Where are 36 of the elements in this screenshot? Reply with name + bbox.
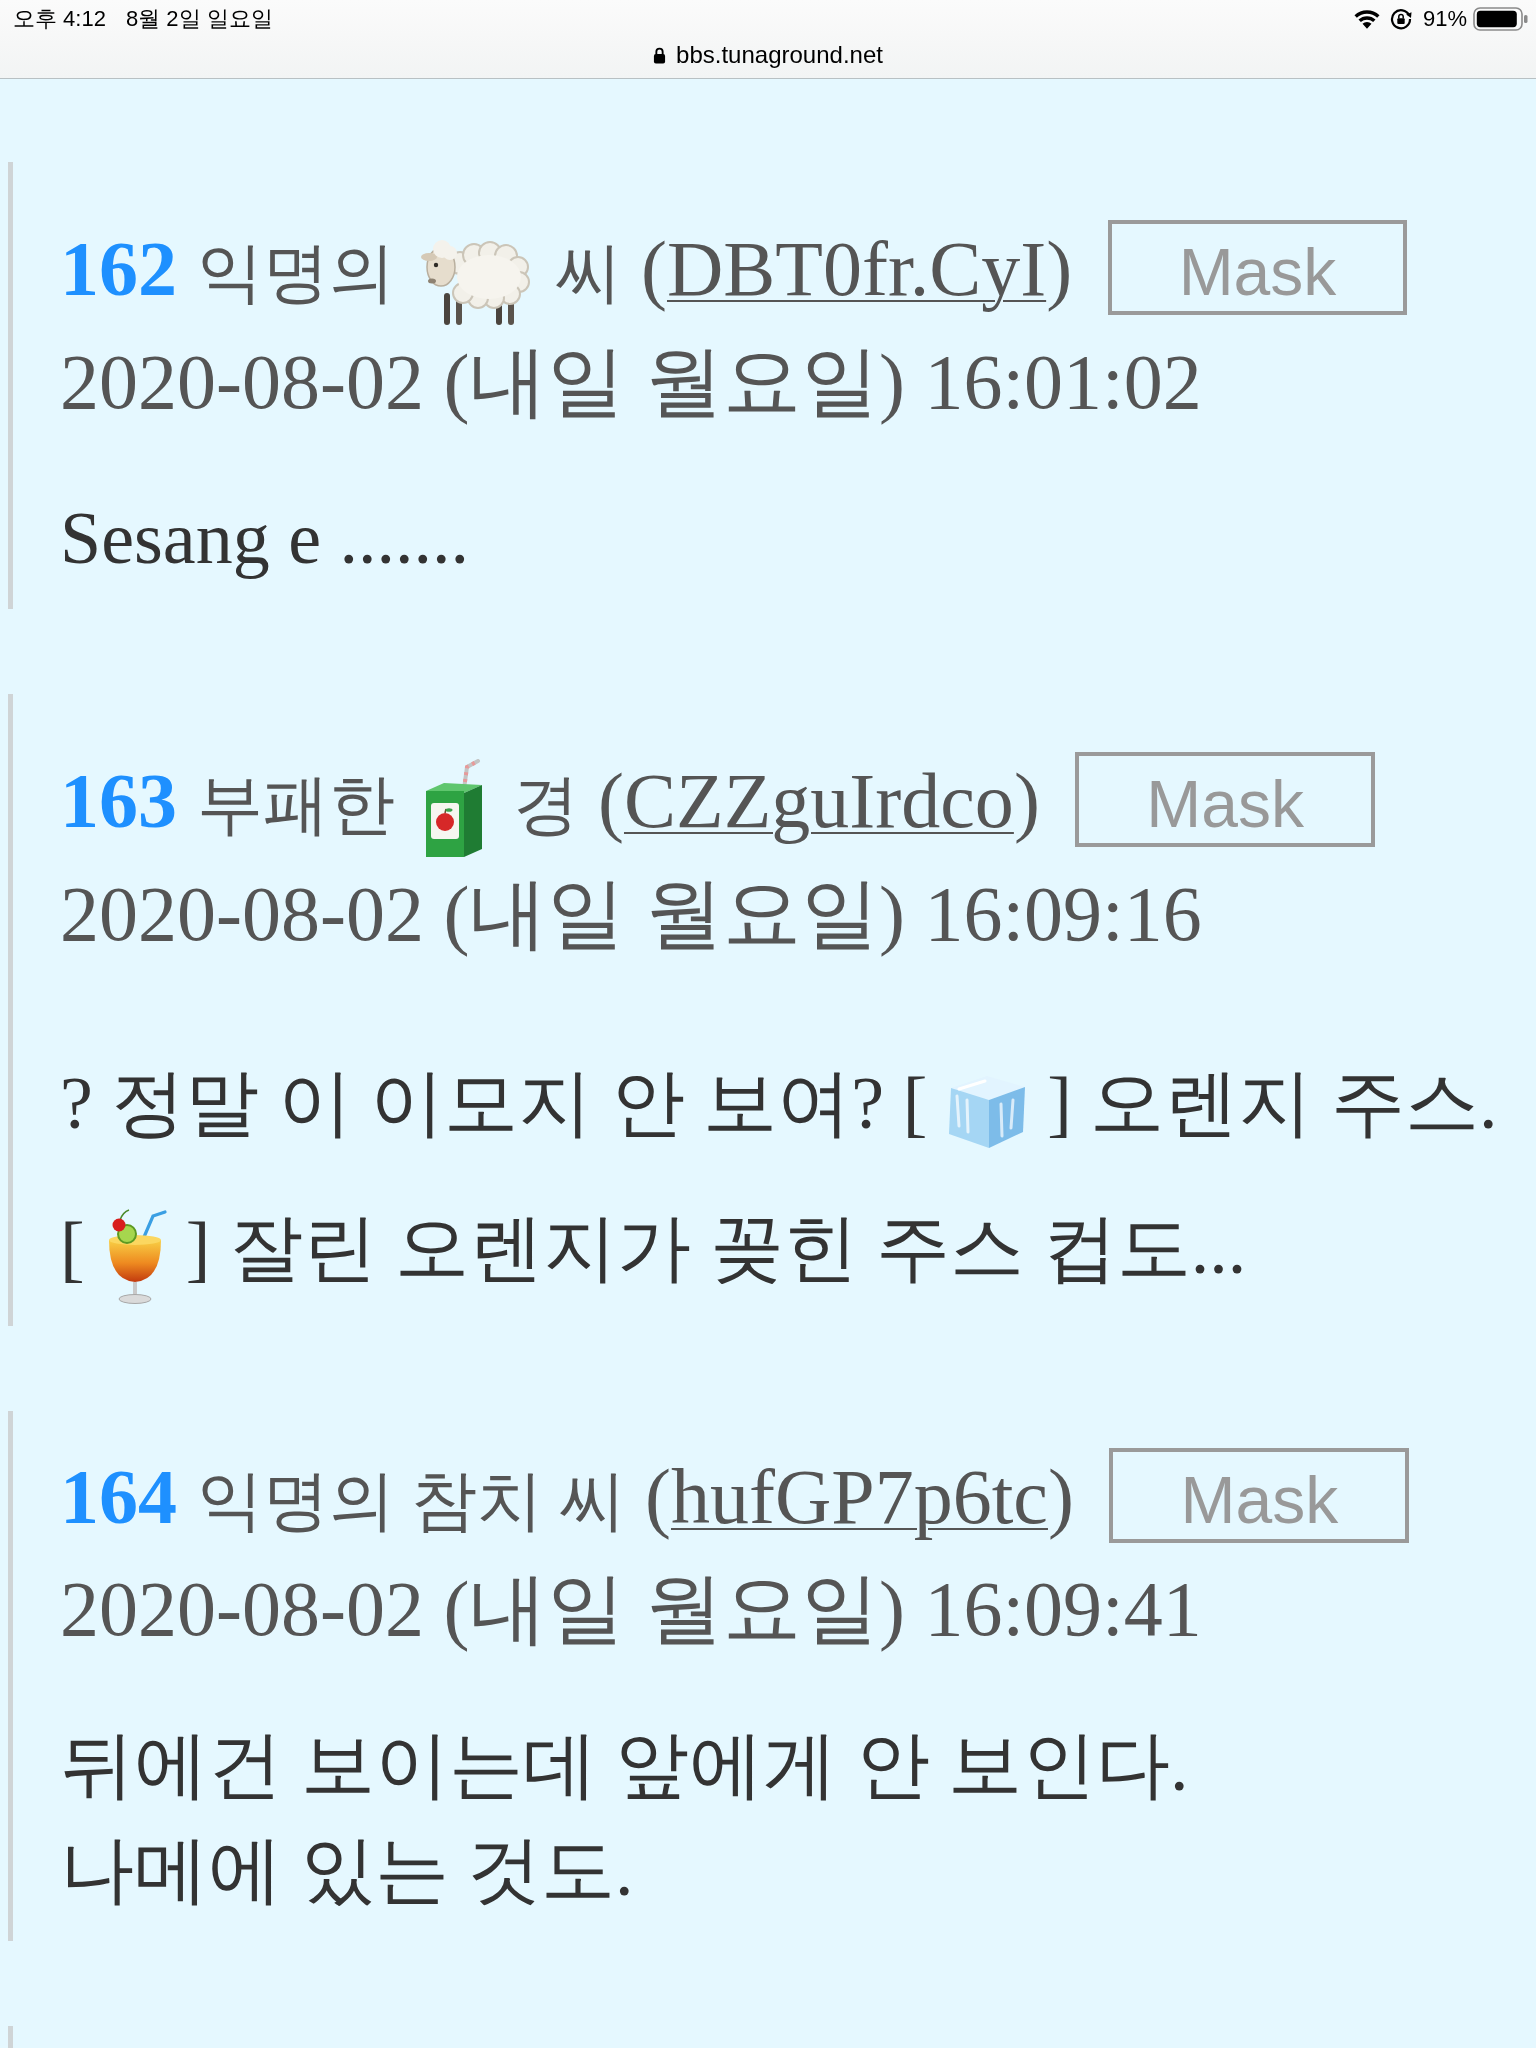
paren-text: ( [598,757,624,844]
author-name: 익명의 [196,236,395,309]
lock-icon [653,46,667,64]
post-text: 나메에 있는 것도. [60,1829,634,1911]
paren-text: ) [1046,225,1073,312]
author-name: 씨 [555,236,622,309]
user-id-link[interactable]: CZZguIrdco [624,757,1014,844]
post-date: 2020-08-02 (내일 월요일) 16:01:02 [60,338,1202,425]
next-post-border [8,2026,13,2048]
author-name: 부패한 [196,768,395,841]
paren-text: ( [645,1453,671,1540]
post-text: ] 오렌지 주스. [1047,1062,1498,1144]
post-text: 뒤에건 보이는데 앞에게 안 보인다. [60,1724,1189,1806]
url-text[interactable]: bbs.tunaground.net [676,41,883,69]
post-number: 164 [60,1453,177,1540]
user-id-link[interactable]: DBT0fr.CyI [667,225,1047,312]
paren-text: ) [1047,1453,1074,1540]
post-number: 163 [60,757,177,844]
paren-text: ) [1013,757,1040,844]
user-id-link[interactable]: hufGP7p6tc [671,1453,1048,1540]
author-name: 익명의 참치 씨 [196,1464,626,1537]
battery-percent: 91% [1422,6,1467,32]
status-time: 오후 4:12 [13,5,106,33]
post-text: [ [60,1207,85,1289]
battery-icon [1473,7,1528,31]
paren-text: ( [641,225,667,312]
post-text: ] 잘린 오렌지가 꽂힌 주스 컵도... [185,1207,1247,1289]
post-date: 2020-08-02 (내일 월요일) 16:09:16 [60,870,1202,957]
post-text: Sesang e ....... [60,497,469,579]
rotation-lock-icon [1389,8,1412,30]
post-date: 2020-08-02 (내일 월요일) 16:09:41 [60,1565,1202,1652]
post-text: ? 정말 이 이모지 안 보여? [ [60,1062,928,1144]
wifi-icon [1353,9,1380,29]
author-name: 경 [512,768,579,841]
status-date: 8월 2일 일요일 [125,5,273,33]
post-number: 162 [60,225,177,312]
